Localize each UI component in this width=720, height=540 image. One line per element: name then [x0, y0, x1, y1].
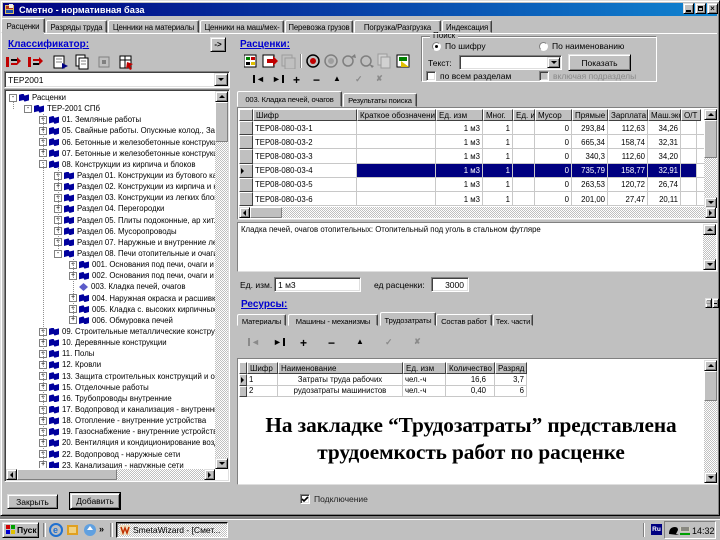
svg-text:e: e: [53, 525, 58, 535]
